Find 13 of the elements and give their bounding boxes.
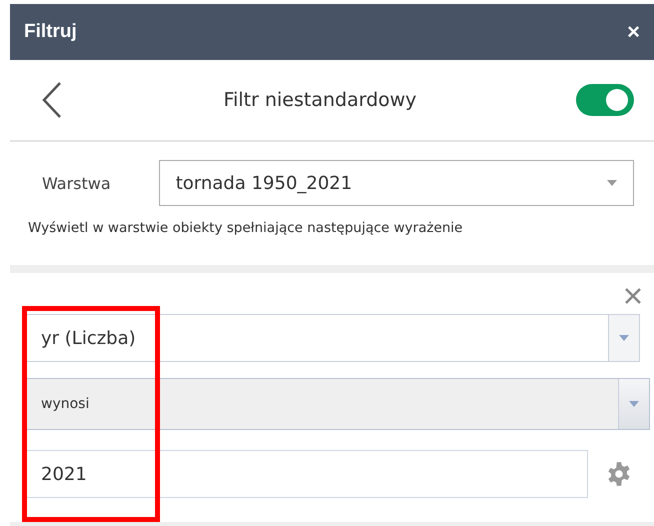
toggle-switch[interactable] [576,84,634,116]
close-button[interactable]: × [627,19,640,45]
caret-icon [607,180,617,186]
caret-icon [629,401,639,407]
layer-select[interactable]: tornada 1950_2021 [158,160,634,206]
caret-icon [619,335,629,341]
layer-label: Warstwa [42,174,111,192]
window-title: Filtruj [24,21,77,43]
close-icon[interactable] [624,287,642,305]
back-icon[interactable] [40,81,64,119]
description-text: Wyświetl w warstwie obiekty spełniające następujące wyrażenie [27,219,464,236]
panel-title: Filtr niestandardowy [223,89,417,111]
settings-icon[interactable] [606,461,632,487]
